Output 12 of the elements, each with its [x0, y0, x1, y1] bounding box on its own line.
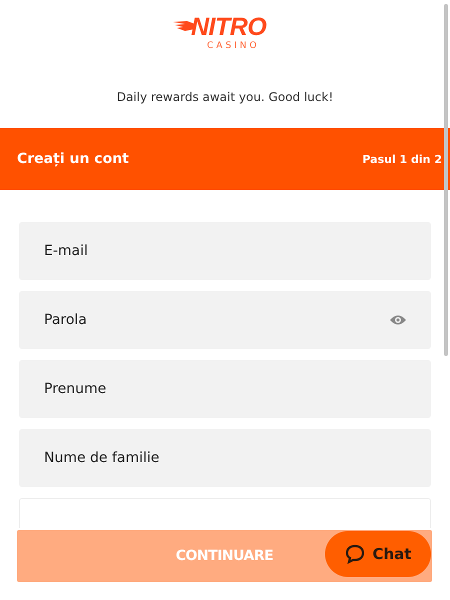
step-indicator: Pasul 1 din 2	[362, 152, 442, 166]
logo-name: NITRO	[191, 12, 266, 41]
logo-subtitle: CASINO	[207, 41, 260, 52]
input-field[interactable]: Prenume	[19, 360, 431, 418]
input-field[interactable]: Nume de familie	[19, 429, 431, 487]
input-field[interactable]: E-mail	[19, 222, 431, 280]
eye-icon[interactable]	[389, 314, 407, 326]
chat-button[interactable]: Chat	[325, 531, 431, 577]
chat-bubble-icon	[344, 544, 364, 564]
tagline: Daily rewards await you. Good luck!	[116, 90, 334, 106]
input-field[interactable]: Parola	[19, 291, 431, 349]
header-title: Creați un cont	[17, 151, 129, 167]
